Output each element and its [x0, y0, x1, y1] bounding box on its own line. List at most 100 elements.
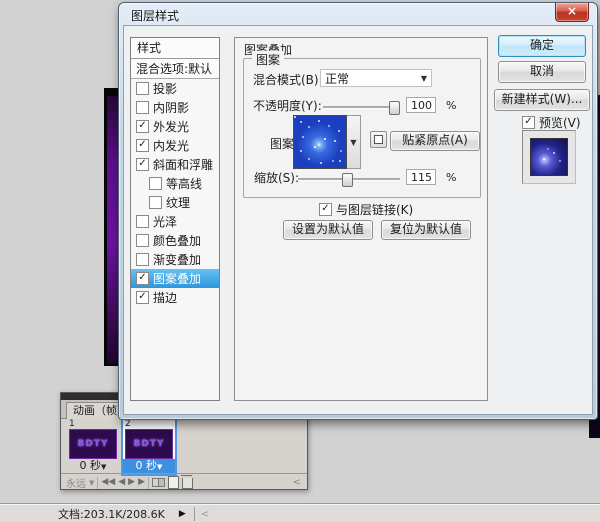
group-title: 图案 — [252, 51, 284, 68]
checkbox[interactable]: ✓ — [136, 291, 149, 304]
document-size-readout: 文档:203.1K/208.6K — [58, 506, 165, 522]
style-item-label: 纹理 — [166, 194, 190, 211]
checkbox[interactable]: ✓ — [136, 139, 149, 152]
photoshop-workspace: 动画（帧） 1 BDTY 0 秒▼ 2 BDTY 0 秒▼ 永远 ▼ ◀◀ ◀ … — [0, 0, 600, 522]
scale-slider-thumb[interactable] — [342, 173, 353, 187]
status-bar: 文档:203.1K/208.6K ▶ < — [0, 504, 600, 522]
opacity-slider[interactable] — [323, 106, 400, 109]
checkbox[interactable]: ✓ — [522, 116, 535, 129]
scale-input[interactable]: 115 — [406, 169, 436, 185]
sidebar-item-pattern-overlay[interactable]: ✓ 图案叠加 — [131, 269, 219, 288]
layer-style-dialog: 图层样式 × 样式 混合选项:默认 投影 内阴影 ✓ — [118, 2, 598, 420]
scale-slider[interactable] — [298, 178, 400, 181]
blend-mode-value: 正常 — [325, 70, 349, 87]
chevron-down-icon: ▼ — [101, 463, 106, 471]
sidebar-item-inner-glow[interactable]: ✓ 内发光 — [131, 136, 219, 155]
new-pattern-icon[interactable] — [370, 131, 387, 148]
frame-delay-dropdown[interactable]: 0 秒▼ — [123, 459, 175, 474]
opacity-label: 不透明度(Y): — [253, 97, 322, 114]
sidebar-item-outer-glow[interactable]: ✓ 外发光 — [131, 117, 219, 136]
scrollbar-left-arrow[interactable]: < — [201, 509, 209, 520]
new-style-button[interactable]: 新建样式(W)... — [494, 89, 590, 111]
blend-mode-dropdown[interactable]: 正常 ▼ — [320, 69, 432, 87]
style-item-label: 外发光 — [153, 118, 189, 135]
sidebar-item-texture[interactable]: 纹理 — [131, 193, 219, 212]
chevron-down-icon: ▼ — [157, 463, 162, 471]
style-item-label: 描边 — [153, 289, 177, 306]
checkbox[interactable]: ✓ — [136, 120, 149, 133]
animation-controls: 永远 ▼ ◀◀ ◀ ▶ ▶ < — [61, 473, 307, 491]
style-item-label: 图案叠加 — [153, 270, 201, 287]
preview-label: 预览(V) — [539, 114, 581, 131]
checkbox[interactable] — [149, 196, 162, 209]
pattern-group: 图案 混合模式(B): 正常 ▼ 不透明度(Y): 100 % 图案: — [243, 58, 481, 198]
sidebar-item-inner-shadow[interactable]: 内阴影 — [131, 98, 219, 117]
close-icon: × — [567, 4, 577, 18]
frame-thumbnail[interactable]: BDTY — [125, 429, 173, 459]
checkbox[interactable]: ✓ — [136, 272, 149, 285]
pattern-swatch[interactable] — [293, 115, 347, 169]
chevron-down-icon: ▼ — [350, 138, 356, 147]
sidebar-item-contour[interactable]: 等高线 — [131, 174, 219, 193]
animation-frame-1[interactable]: 1 BDTY 0 秒▼ — [67, 420, 119, 474]
divider — [194, 507, 195, 521]
style-preview-thumbnail — [530, 138, 568, 176]
sparkle — [543, 158, 545, 160]
reset-default-button[interactable]: 复位为默认值 — [381, 220, 471, 240]
frame-delay-dropdown[interactable]: 0 秒▼ — [67, 459, 119, 474]
checkbox[interactable] — [136, 82, 149, 95]
style-item-label: 投影 — [153, 80, 177, 97]
first-frame-button[interactable]: ◀◀ — [101, 475, 115, 490]
close-button[interactable]: × — [555, 3, 589, 22]
sidebar-item-gradient-overlay[interactable]: 渐变叠加 — [131, 250, 219, 269]
checkbox[interactable] — [136, 234, 149, 247]
opacity-slider-thumb[interactable] — [389, 101, 400, 115]
checkbox[interactable]: ✓ — [136, 158, 149, 171]
snap-to-origin-button[interactable]: 贴紧原点(A) — [390, 131, 480, 151]
set-default-button[interactable]: 设置为默认值 — [283, 220, 373, 240]
new-frame-icon[interactable] — [168, 476, 179, 489]
pattern-picker-arrow[interactable]: ▼ — [347, 115, 361, 169]
ok-button[interactable]: 确定 — [498, 35, 586, 57]
opacity-percent-label: % — [446, 99, 456, 112]
checkbox[interactable]: ✓ — [319, 203, 332, 216]
loop-value: 永远 — [66, 475, 86, 490]
link-with-layer-checkbox[interactable]: ✓ 与图层链接(K) — [319, 201, 413, 218]
style-item-label: 光泽 — [153, 213, 177, 230]
delete-frame-icon[interactable] — [182, 478, 193, 489]
checkbox[interactable] — [136, 215, 149, 228]
dialog-title: 图层样式 — [131, 7, 179, 24]
styles-list-header: 样式 — [131, 38, 219, 59]
sidebar-item-drop-shadow[interactable]: 投影 — [131, 79, 219, 98]
pattern-starburst — [294, 116, 346, 168]
sidebar-item-satin[interactable]: 光泽 — [131, 212, 219, 231]
dialog-titlebar[interactable]: 图层样式 — [119, 3, 597, 25]
scrollbar-left-arrow[interactable]: < — [293, 477, 301, 488]
dialog-body: 样式 混合选项:默认 投影 内阴影 ✓ 外发光 ✓ 内 — [123, 25, 593, 415]
cancel-button[interactable]: 取消 — [498, 61, 586, 83]
tween-icon[interactable] — [152, 478, 165, 488]
styles-list: 样式 混合选项:默认 投影 内阴影 ✓ 外发光 ✓ 内 — [130, 37, 220, 401]
sidebar-item-stroke[interactable]: ✓ 描边 — [131, 288, 219, 307]
sidebar-item-color-overlay[interactable]: 颜色叠加 — [131, 231, 219, 250]
checkbox[interactable] — [136, 253, 149, 266]
scale-label: 缩放(S): — [254, 169, 299, 186]
frame-number: 2 — [123, 420, 175, 429]
style-item-label: 内发光 — [153, 137, 189, 154]
sidebar-item-bevel-emboss[interactable]: ✓ 斜面和浮雕 — [131, 155, 219, 174]
frame-thumbnail[interactable]: BDTY — [69, 429, 117, 459]
animation-frame-2-selected[interactable]: 2 BDTY 0 秒▼ — [123, 420, 175, 474]
next-frame-button[interactable]: ▶ — [138, 475, 145, 490]
opacity-input[interactable]: 100 — [406, 97, 436, 113]
scale-percent-label: % — [446, 171, 456, 184]
pattern-stars — [294, 116, 296, 118]
previous-frame-button[interactable]: ◀ — [118, 475, 125, 490]
play-button[interactable]: ▶ — [128, 475, 135, 490]
style-item-label: 斜面和浮雕 — [153, 156, 213, 173]
preview-checkbox[interactable]: ✓ 预览(V) — [522, 114, 581, 131]
sidebar-item-blending-options[interactable]: 混合选项:默认 — [131, 59, 219, 79]
status-popup-arrow-icon[interactable]: ▶ — [179, 509, 186, 519]
checkbox[interactable] — [149, 177, 162, 190]
checkbox[interactable] — [136, 101, 149, 114]
loop-dropdown[interactable]: 永远 ▼ — [66, 475, 94, 490]
